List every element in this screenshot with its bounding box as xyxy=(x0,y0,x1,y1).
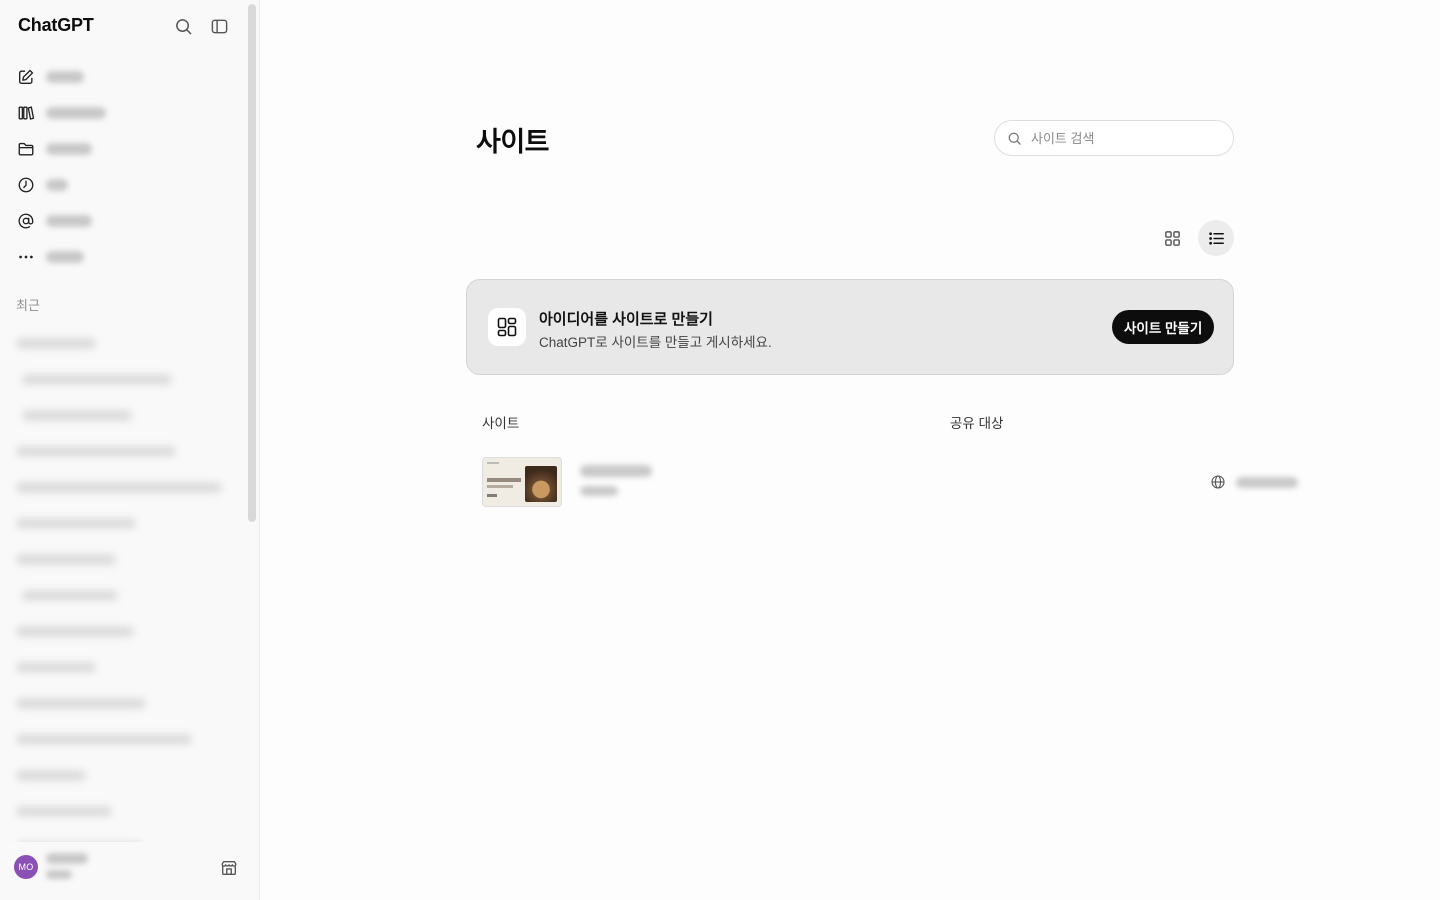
list-item[interactable] xyxy=(16,505,242,541)
sidebar-item-label-redacted xyxy=(46,143,92,155)
list-item[interactable] xyxy=(16,649,242,685)
library-icon xyxy=(16,103,36,123)
list-item[interactable] xyxy=(16,325,242,361)
grid-view-button[interactable] xyxy=(1154,220,1190,256)
list-item[interactable] xyxy=(16,613,242,649)
recent-chat-list xyxy=(16,325,242,865)
create-site-button[interactable]: 사이트 만들기 xyxy=(1112,310,1215,344)
sidebar-toggle-icon[interactable] xyxy=(208,15,230,37)
banner-description: ChatGPT로 사이트를 만들고 게시하세요. xyxy=(539,335,772,350)
sidebar-item-label-redacted xyxy=(46,179,68,191)
sidebar: ChatGPT 최근 MO xyxy=(0,0,260,900)
list-item[interactable] xyxy=(16,793,242,829)
site-layout-icon xyxy=(488,308,526,346)
list-item[interactable] xyxy=(16,685,242,721)
main-content: 사이트 아이디어를 사이트로 만들기 ChatGPT로 사이트를 만들고 게시하… xyxy=(260,0,1440,900)
list-item[interactable] xyxy=(16,721,242,757)
list-view-button[interactable] xyxy=(1198,220,1234,256)
sidebar-item-library[interactable] xyxy=(8,95,240,131)
sidebar-item-projects[interactable] xyxy=(8,131,240,167)
site-search-input[interactable] xyxy=(1031,130,1221,146)
column-header-shared-with: 공유 대상 xyxy=(950,416,1004,431)
site-thumbnail xyxy=(482,457,562,507)
app-brand[interactable]: ChatGPT xyxy=(18,15,94,36)
sidebar-item-label-redacted xyxy=(46,251,84,263)
list-item[interactable] xyxy=(16,469,242,505)
account-plan-redacted xyxy=(46,870,72,879)
create-site-banner: 아이디어를 사이트로 만들기 ChatGPT로 사이트를 만들고 게시하세요. … xyxy=(466,279,1234,375)
edit-icon xyxy=(16,67,36,87)
account-name-redacted xyxy=(46,853,88,864)
shared-with-redacted xyxy=(1236,477,1298,488)
list-item[interactable] xyxy=(16,361,242,397)
banner-title: 아이디어를 사이트로 만들기 xyxy=(539,311,713,328)
site-name-redacted xyxy=(580,465,652,477)
store-icon[interactable] xyxy=(218,857,240,879)
globe-icon xyxy=(1211,475,1225,489)
list-item[interactable] xyxy=(16,541,242,577)
at-sign-icon xyxy=(16,211,36,231)
list-item[interactable] xyxy=(16,433,242,469)
sidebar-item-mentions[interactable] xyxy=(8,203,240,239)
list-item[interactable] xyxy=(16,757,242,793)
avatar[interactable]: MO xyxy=(14,855,38,879)
list-icon xyxy=(1208,231,1224,245)
page-title: 사이트 xyxy=(476,127,550,157)
sidebar-item-new-chat[interactable] xyxy=(8,59,240,95)
search-icon[interactable] xyxy=(172,15,194,37)
sidebar-nav xyxy=(8,59,240,275)
sidebar-item-history[interactable] xyxy=(8,167,240,203)
column-header-site: 사이트 xyxy=(482,416,520,431)
account-footer[interactable]: MO xyxy=(0,842,259,900)
folder-icon xyxy=(16,139,36,159)
list-item[interactable] xyxy=(16,577,242,613)
sidebar-item-more[interactable] xyxy=(8,239,240,275)
search-icon xyxy=(1008,132,1021,145)
sidebar-item-label-redacted xyxy=(46,71,84,83)
site-search-box[interactable] xyxy=(994,120,1234,156)
sidebar-item-label-redacted xyxy=(46,215,92,227)
more-icon xyxy=(16,247,36,267)
site-meta-redacted xyxy=(580,486,618,496)
recent-section-label: 최근 xyxy=(16,298,40,313)
clock-icon xyxy=(16,175,36,195)
table-row[interactable] xyxy=(466,447,1298,517)
sidebar-scrollbar[interactable] xyxy=(248,4,256,522)
list-item[interactable] xyxy=(16,397,242,433)
grid-icon xyxy=(1164,230,1180,246)
sidebar-item-label-redacted xyxy=(46,107,106,119)
